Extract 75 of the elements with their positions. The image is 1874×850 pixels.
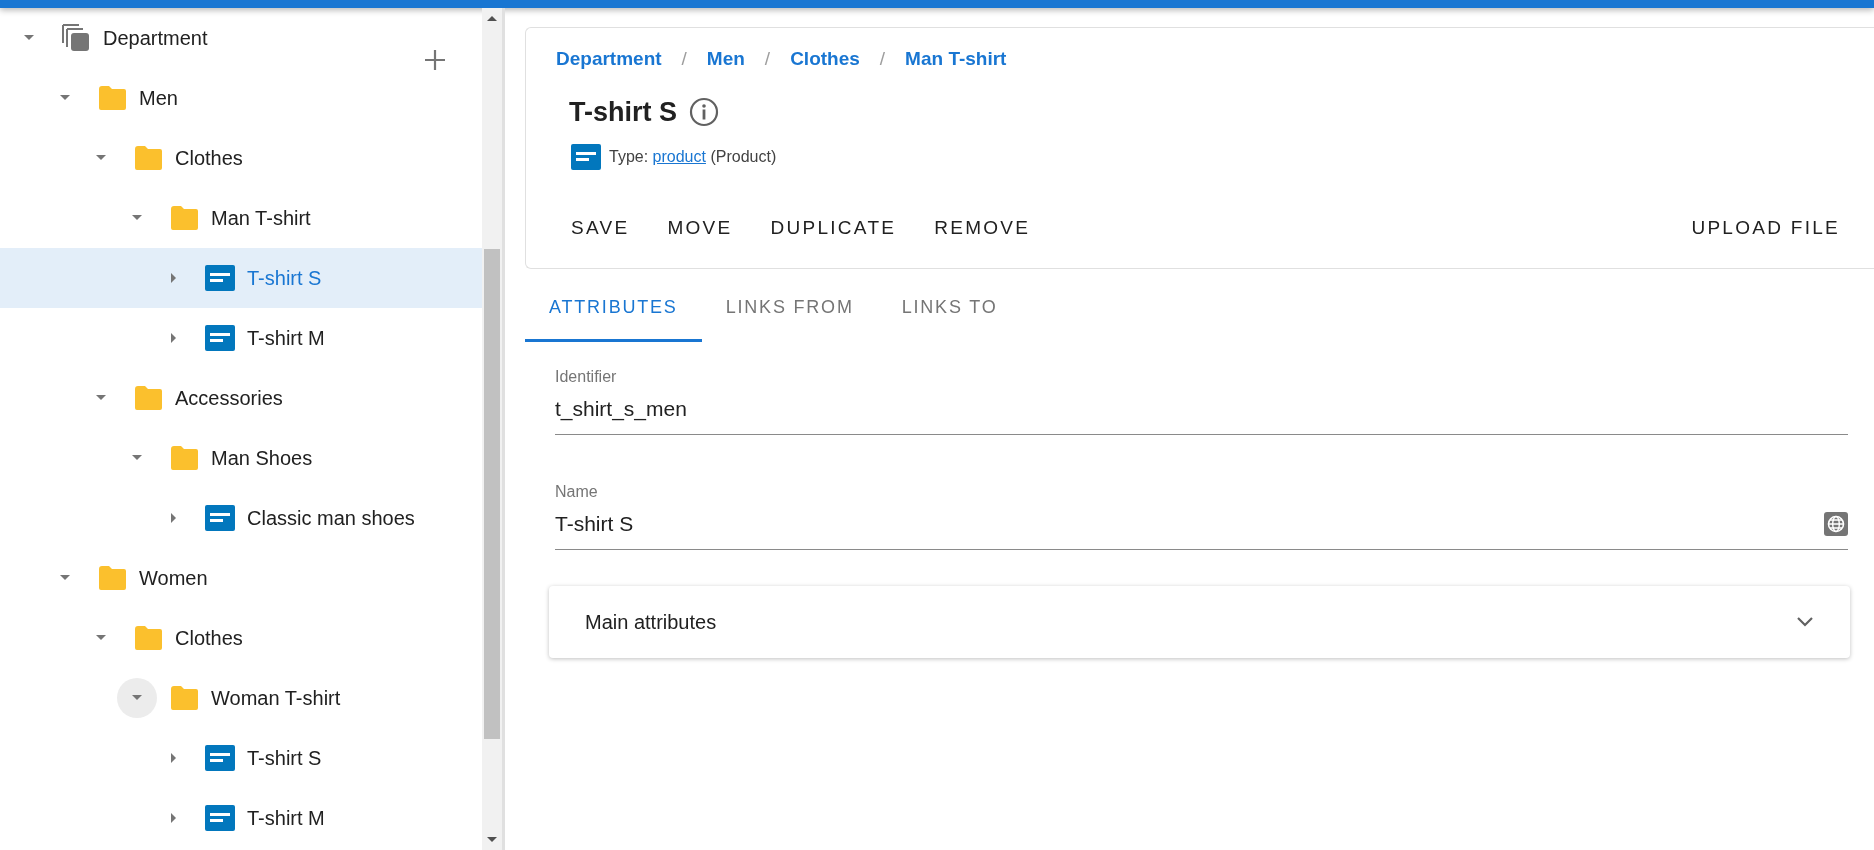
tree-item[interactable]: T-shirt M	[0, 308, 482, 368]
breadcrumb-separator: /	[681, 47, 687, 71]
tab[interactable]: LINKS FROM	[701, 276, 878, 342]
tree-item[interactable]: T-shirt S	[0, 728, 482, 788]
tree-item-label: T-shirt S	[247, 746, 322, 771]
document-icon	[205, 505, 235, 531]
item-title: T-shirt S	[569, 95, 677, 129]
tree-item-label: T-shirt M	[247, 326, 325, 351]
text-field[interactable]: Identifier t_shirt_s_men	[555, 359, 1848, 435]
type-line: Type: product (Product)	[609, 147, 777, 167]
accordion-title: Main attributes	[585, 610, 717, 635]
document-icon	[205, 805, 235, 831]
tree-item-label: Man T-shirt	[211, 206, 311, 231]
tree-item[interactable]: Clothes	[0, 128, 482, 188]
breadcrumb-link[interactable]: Man T-shirt	[905, 45, 1007, 74]
field-label: Identifier	[555, 367, 618, 387]
add-icon[interactable]	[424, 49, 446, 71]
chevron-down-icon	[1796, 616, 1814, 628]
tree-item-label: Men	[139, 86, 178, 111]
tree-item[interactable]: Man T-shirt	[0, 188, 482, 248]
tree-item-label: Classic man shoes	[247, 506, 415, 531]
tree-item[interactable]: Man Shoes	[0, 428, 482, 488]
globe-icon[interactable]	[1824, 511, 1848, 536]
action-button[interactable]: DUPLICATE	[755, 206, 912, 251]
folder-icon	[133, 385, 163, 411]
folder-icon	[169, 205, 199, 231]
tree-item[interactable]: Women	[0, 548, 482, 608]
tree-item-label: Clothes	[175, 626, 243, 651]
tree-item-label: Women	[139, 566, 208, 591]
upload-file-button[interactable]: UPLOAD FILE	[1683, 206, 1848, 251]
folder-icon	[169, 685, 199, 711]
tree-item-label: Woman T-shirt	[211, 686, 341, 711]
document-icon	[205, 325, 235, 351]
breadcrumb-link[interactable]: Clothes	[790, 45, 860, 74]
tree-item[interactable]: Men	[0, 68, 482, 128]
tree-item[interactable]: T-shirt M	[0, 788, 482, 848]
stacked-squares-icon	[61, 23, 91, 53]
tree-item[interactable]: Clothes	[0, 608, 482, 668]
action-button[interactable]: REMOVE	[919, 206, 1046, 251]
tree-item-label: Clothes	[175, 146, 243, 171]
document-icon	[571, 144, 601, 170]
accordion-header[interactable]: Main attributes	[549, 586, 1850, 658]
type-link[interactable]: product	[652, 148, 706, 165]
text-field[interactable]: Name T-shirt S	[555, 474, 1848, 550]
tree-item[interactable]: Classic man shoes	[0, 488, 482, 548]
tree-item-label: Accessories	[175, 386, 283, 411]
tree-item[interactable]: Woman T-shirt	[0, 668, 482, 728]
breadcrumb-separator: /	[879, 47, 886, 71]
document-icon	[205, 745, 235, 771]
tree-item[interactable]: Accessories	[0, 368, 482, 428]
expand-toggle[interactable]	[117, 678, 157, 718]
tree-item-label: T-shirt M	[247, 806, 325, 831]
folder-icon	[133, 625, 163, 651]
tree-item[interactable]: Department	[0, 8, 482, 68]
breadcrumb-link[interactable]: Department	[556, 45, 662, 74]
breadcrumb-separator: /	[764, 47, 771, 71]
scrollbar[interactable]	[482, 8, 502, 850]
field-value: t_shirt_s_men	[555, 396, 687, 423]
tab[interactable]: ATTRIBUTES	[525, 276, 702, 342]
tab[interactable]: LINKS TO	[877, 276, 1022, 342]
tree-item-label: T-shirt S	[247, 266, 322, 291]
document-icon	[205, 265, 235, 291]
breadcrumb-link[interactable]: Men	[706, 45, 745, 74]
folder-icon	[133, 145, 163, 171]
tree-item-label: Man Shoes	[211, 446, 313, 471]
folder-icon	[97, 565, 127, 591]
field-value: T-shirt S	[555, 511, 634, 537]
tree-item-label: Department	[103, 26, 208, 51]
field-label: Name	[555, 482, 599, 502]
action-button[interactable]: MOVE	[652, 206, 748, 251]
folder-icon	[97, 85, 127, 111]
action-button[interactable]: SAVE	[556, 206, 645, 251]
folder-icon	[169, 445, 199, 471]
tree-item[interactable]: T-shirt S	[0, 248, 482, 308]
info-icon[interactable]	[689, 96, 719, 127]
